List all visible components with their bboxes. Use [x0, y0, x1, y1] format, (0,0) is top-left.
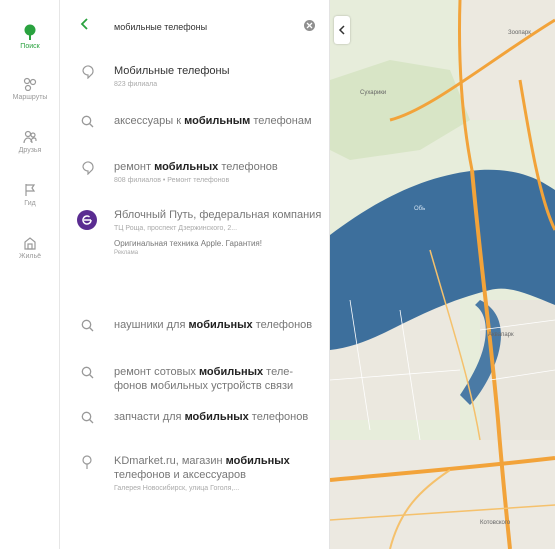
rail-item-routes[interactable]: Маршруты — [0, 77, 60, 102]
search-panel: Мобильные телефоны 823 филиала аксессуар… — [60, 0, 330, 549]
house-icon — [24, 237, 36, 250]
rail-item-housing[interactable]: Жильё — [0, 236, 60, 261]
clear-search-button[interactable] — [304, 20, 315, 31]
result-subtitle: 808 филиалов • Ремонт телефонов — [114, 177, 230, 184]
route-icon — [23, 77, 37, 91]
location-pin-icon — [82, 455, 92, 469]
search-icon — [81, 115, 94, 128]
search-input[interactable] — [114, 19, 299, 35]
company-address: ТЦ Роща, проспект Дзержинского, 2... — [114, 225, 238, 232]
rail-label-guide: Гид — [24, 200, 36, 207]
chevron-left-icon — [338, 25, 345, 35]
search-icon — [81, 319, 94, 332]
ad-label: Реклама — [114, 250, 139, 256]
rubric-icon — [82, 65, 94, 79]
rail-item-friends[interactable]: Друзья — [0, 130, 60, 155]
result-subtitle: 823 филиала — [114, 81, 158, 88]
search-icon — [81, 366, 94, 379]
suggestion-text: аксессуары к мобильным телефонам — [114, 115, 312, 127]
company-name: Яблочный Путь, федеральная компания — [114, 209, 322, 221]
search-icon — [81, 411, 94, 424]
map-view[interactable]: Сухарики Обь Аквапарк Зоопарк Котовского — [330, 0, 555, 549]
rail-label-search: Поиск — [20, 43, 40, 50]
suggestion-text: наушники для мобильных телефонов — [114, 319, 313, 331]
map-label-sukhariki: Сухарики — [360, 90, 387, 96]
map-label-zoo: Зоопарк — [508, 30, 531, 36]
suggestion-text: ремонт сотовых мобильных теле-фонов моби… — [114, 366, 294, 392]
map-label-aquapark: Аквапарк — [488, 332, 514, 338]
result-title: ремонт мобильных телефонов — [114, 161, 278, 173]
back-arrow-icon[interactable] — [80, 18, 88, 30]
close-icon — [306, 22, 313, 29]
pin-icon — [24, 24, 36, 40]
result-title: Мобильные телефоны — [114, 65, 230, 77]
map-label-ob-river: Обь — [414, 206, 426, 212]
search-bar — [60, 0, 330, 44]
company-address: Галерея Новосибирск, улица Гоголя,... — [114, 485, 240, 492]
suggestion-text: запчасти для мобильных телефонов — [114, 411, 309, 423]
rail-label-routes: Маршруты — [12, 94, 48, 101]
friends-icon — [23, 130, 37, 144]
rubric-icon — [82, 161, 94, 175]
ad-description: Оригинальная техника Apple. Гарантия! — [114, 239, 262, 248]
map-canvas — [330, 0, 555, 549]
rail-item-search[interactable]: Поиск — [0, 24, 60, 51]
collapse-panel-button[interactable] — [334, 16, 350, 44]
rail-item-guide[interactable]: Гид — [0, 183, 60, 208]
rail-label-friends: Друзья — [18, 147, 42, 154]
rail-label-housing: Жильё — [19, 253, 41, 260]
map-label-kotovskogo: Котовского — [480, 520, 511, 526]
apple-brand-icon — [82, 215, 92, 225]
left-rail: Поиск Маршруты Друзья Гид Жильё — [0, 0, 60, 549]
flag-icon — [25, 184, 36, 196]
company-logo — [77, 210, 97, 230]
company-name: KDmarket.ru, магазин мобильных телефонов… — [114, 455, 290, 481]
